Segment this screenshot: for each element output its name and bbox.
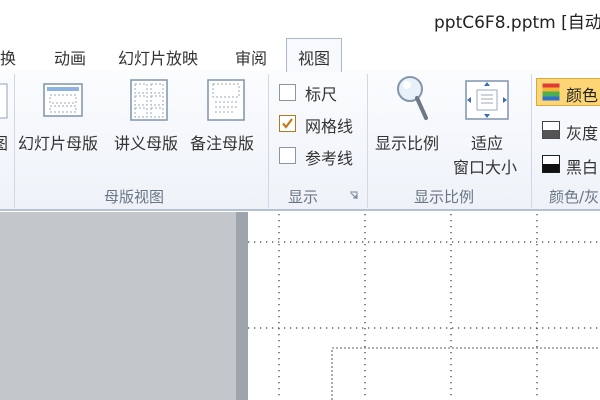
- master-views-group-label: 母版视图: [104, 188, 165, 206]
- color-group-label: 颜色/灰: [549, 188, 600, 206]
- fit-to-window-icon: [465, 80, 509, 120]
- fit-label-line2: 窗口大小: [453, 158, 518, 177]
- tab-view[interactable]: 视图: [286, 38, 343, 72]
- handout-master-label: 讲义母版: [114, 134, 179, 153]
- black-white-label: 黑白: [566, 158, 599, 177]
- gridlines-label: 网格线: [305, 117, 354, 136]
- presentation-views-icon: [0, 83, 8, 119]
- checkmark-icon: [282, 118, 293, 129]
- gridlines-checkbox-box[interactable]: [279, 115, 296, 132]
- slide-master-icon: [43, 83, 83, 117]
- notes-master-icon: [207, 79, 245, 121]
- handout-master-icon: [130, 79, 168, 121]
- group-separator: [531, 74, 532, 208]
- zoom-label: 显示比例: [375, 134, 440, 153]
- fit-label-line1: 适应: [471, 134, 504, 153]
- ribbon: 图 幻灯片母版 讲义母版 备注母版 母版视图 标尺 网格线 参考线 显示 显示比…: [0, 70, 600, 211]
- slides-thumbnail-pane[interactable]: [0, 212, 236, 400]
- ribbon-tab-strip: 切换 动画 幻灯片放映 审阅 视图: [0, 38, 600, 72]
- dialog-launcher-icon[interactable]: [349, 191, 358, 200]
- color-option[interactable]: 颜色: [536, 78, 600, 106]
- ribbon-bottom-border: [0, 209, 600, 211]
- title-bar: pptC6F8.pptm [自动: [0, 0, 600, 38]
- group-separator: [14, 74, 15, 208]
- group-separator: [367, 74, 368, 208]
- guides-checkbox-box[interactable]: [279, 147, 296, 164]
- grayscale-icon: [542, 121, 560, 139]
- gridlines-overlay: [248, 214, 600, 400]
- group-separator: [268, 74, 269, 208]
- color-label: 颜色: [566, 86, 599, 105]
- ruler-checkbox-box[interactable]: [279, 84, 296, 101]
- ruler-label: 标尺: [305, 85, 338, 104]
- partial-button-label: 图: [0, 134, 9, 153]
- slide-master-label: 幻灯片母版: [18, 134, 99, 153]
- workspace: [0, 212, 600, 400]
- color-swatch-icon: [542, 83, 560, 101]
- magnifier-icon: [397, 76, 428, 120]
- zoom-group-label: 显示比例: [414, 188, 475, 206]
- notes-master-label: 备注母版: [190, 134, 255, 153]
- tab-review[interactable]: 审阅: [235, 45, 267, 69]
- show-group-label: 显示: [288, 188, 319, 206]
- black-white-icon: [542, 155, 560, 173]
- grayscale-label: 灰度: [566, 124, 599, 143]
- guides-label: 参考线: [305, 149, 354, 168]
- slide-canvas[interactable]: [248, 212, 600, 400]
- tab-animations[interactable]: 动画: [54, 45, 86, 69]
- window-title: pptC6F8.pptm [自动: [434, 13, 600, 33]
- pane-splitter[interactable]: [236, 212, 248, 400]
- tab-transitions[interactable]: 切换: [0, 45, 16, 69]
- tab-slide-show[interactable]: 幻灯片放映: [118, 45, 198, 69]
